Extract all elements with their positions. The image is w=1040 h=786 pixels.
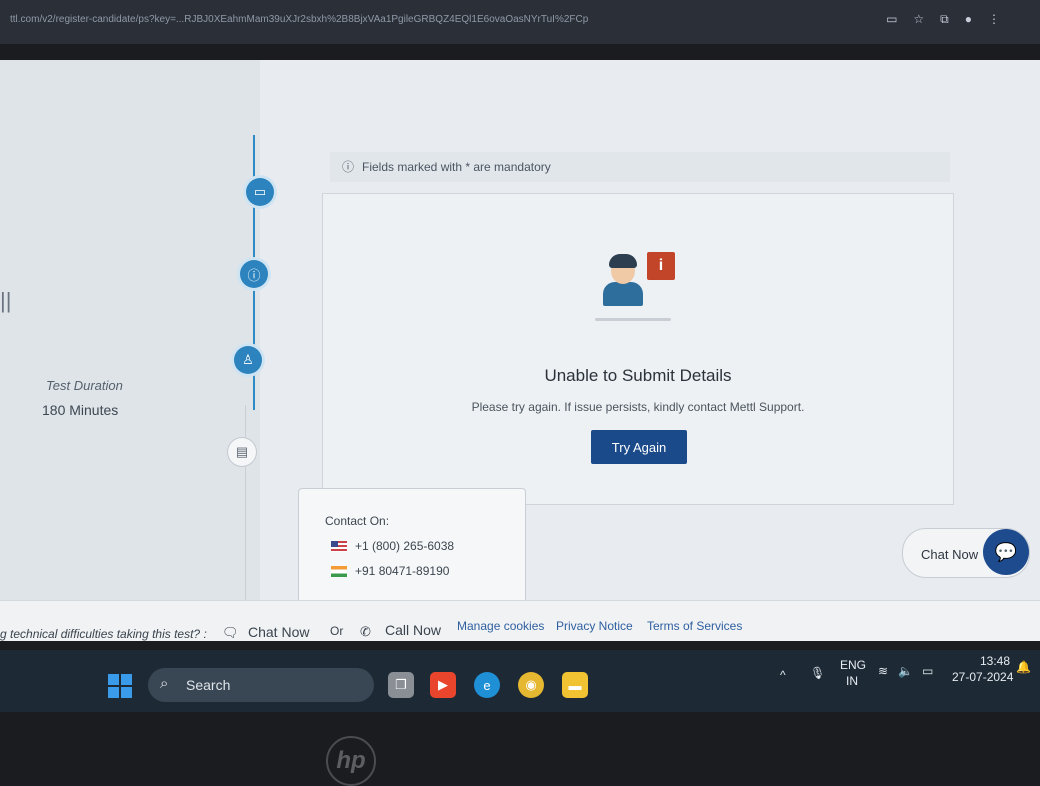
clock-time[interactable]: 13:48 (980, 654, 1010, 668)
search-label: Search (186, 677, 231, 693)
chat-widget-label: Chat Now (921, 547, 979, 562)
manage-cookies-link[interactable]: Manage cookies (457, 619, 544, 633)
browser-action-icons: ▭ ☆ ⧉ ● ⋮ (886, 12, 1000, 27)
agent-body (603, 282, 643, 306)
phone-number: +1 (800) 265-6038 (355, 539, 455, 553)
support-agent-illustration: i (595, 252, 683, 324)
taskbar-search[interactable]: ⌕ Search (148, 668, 374, 702)
help-prompt-text: g technical difficulties taking this tes… (0, 627, 207, 641)
battery-icon[interactable]: ▭ (922, 664, 933, 678)
step-user-icon[interactable]: ♙ (234, 346, 262, 374)
windows-taskbar: ⌕ Search ❐ ▶ e ◉ ▬ ^ 🎙 ENG IN ≋ 🔈 ▭ 13:4… (0, 650, 1040, 712)
media-player-icon[interactable]: ▶ (430, 672, 456, 698)
task-view-icon[interactable]: ❐ (388, 672, 414, 698)
url-bar[interactable]: ttl.com/v2/register-candidate/ps?key=...… (10, 14, 588, 25)
agent-hair (609, 254, 637, 268)
clock-date[interactable]: 27-07-2024 (952, 670, 1013, 684)
hp-logo: hp (326, 736, 376, 786)
phone-row-us[interactable]: +1 (800) 265-6038 (331, 539, 454, 553)
language-top[interactable]: ENG (840, 658, 866, 672)
notice-text: Fields marked with * are mandatory (362, 160, 551, 174)
panel-edge-marks: || (0, 288, 12, 313)
mandatory-fields-notice: ⓘ Fields marked with * are mandatory (330, 152, 950, 182)
extensions-icon[interactable]: ⧉ (940, 12, 949, 27)
footer-chat-now-link[interactable]: Chat Now (248, 624, 309, 640)
star-icon[interactable]: ☆ (913, 12, 924, 27)
cast-icon[interactable]: ▭ (886, 12, 897, 27)
illustration-shadow (595, 318, 671, 321)
edge-browser-icon[interactable]: e (474, 672, 500, 698)
contact-heading: Contact On: (325, 514, 390, 528)
page-footer: g technical difficulties taking this tes… (0, 600, 1040, 641)
wifi-icon[interactable]: ≋ (878, 664, 888, 678)
error-card: i Unable to Submit Details Please try ag… (322, 193, 954, 505)
phone-number: +91 80471-89190 (355, 564, 450, 578)
windows-start-icon[interactable] (108, 674, 132, 698)
privacy-notice-link[interactable]: Privacy Notice (556, 619, 633, 633)
chat-bubbles-icon[interactable]: 💬 (983, 529, 1029, 575)
test-duration-value: 180 Minutes (42, 402, 119, 418)
or-separator: Or (330, 624, 344, 638)
footer-call-now-link[interactable]: Call Now (385, 622, 441, 638)
chrome-browser-icon[interactable]: ◉ (518, 672, 544, 698)
browser-toolbar: ttl.com/v2/register-candidate/ps?key=...… (0, 0, 1040, 44)
chat-icon[interactable]: 🗨 (222, 625, 239, 641)
language-bottom[interactable]: IN (846, 674, 858, 688)
volume-icon[interactable]: 🔈 (898, 664, 913, 678)
info-icon: ⓘ (342, 160, 355, 174)
menu-icon[interactable]: ⋮ (988, 12, 1000, 27)
error-title: Unable to Submit Details (544, 366, 732, 385)
phone-icon[interactable]: ✆ (360, 624, 371, 640)
step-info-icon[interactable]: ⓘ (240, 260, 268, 288)
notification-bell-icon[interactable]: 🔔 (1016, 660, 1031, 674)
step-laptop-icon[interactable]: ▭ (246, 178, 274, 206)
contact-popup: Contact On: +1 (800) 265-6038 +91 80471-… (298, 488, 526, 616)
step-document-icon[interactable]: ▤ (228, 438, 256, 466)
us-flag-icon (331, 540, 347, 552)
test-duration-label: Test Duration (46, 378, 123, 393)
stepper-pending-line (245, 405, 246, 600)
registration-page: || Test Duration 180 Minutes ▭ ⓘ ♙ ▤ ⓘ F… (0, 60, 1040, 641)
alert-badge-icon: i (647, 252, 675, 280)
microphone-icon[interactable]: 🎙 (810, 666, 825, 680)
search-icon: ⌕ (160, 675, 169, 692)
profile-icon[interactable]: ● (965, 12, 972, 27)
test-info-panel: || Test Duration 180 Minutes (0, 60, 260, 600)
terms-of-services-link[interactable]: Terms of Services (647, 619, 742, 633)
india-flag-icon (331, 565, 347, 577)
try-again-button[interactable]: Try Again (591, 430, 687, 464)
tray-chevron-icon[interactable]: ^ (780, 668, 786, 682)
phone-row-in[interactable]: +91 80471-89190 (331, 564, 449, 578)
file-explorer-icon[interactable]: ▬ (562, 672, 588, 698)
error-message: Please try again. If issue persists, kin… (471, 400, 805, 414)
chat-widget[interactable]: Chat Now 💬 (902, 528, 1030, 578)
